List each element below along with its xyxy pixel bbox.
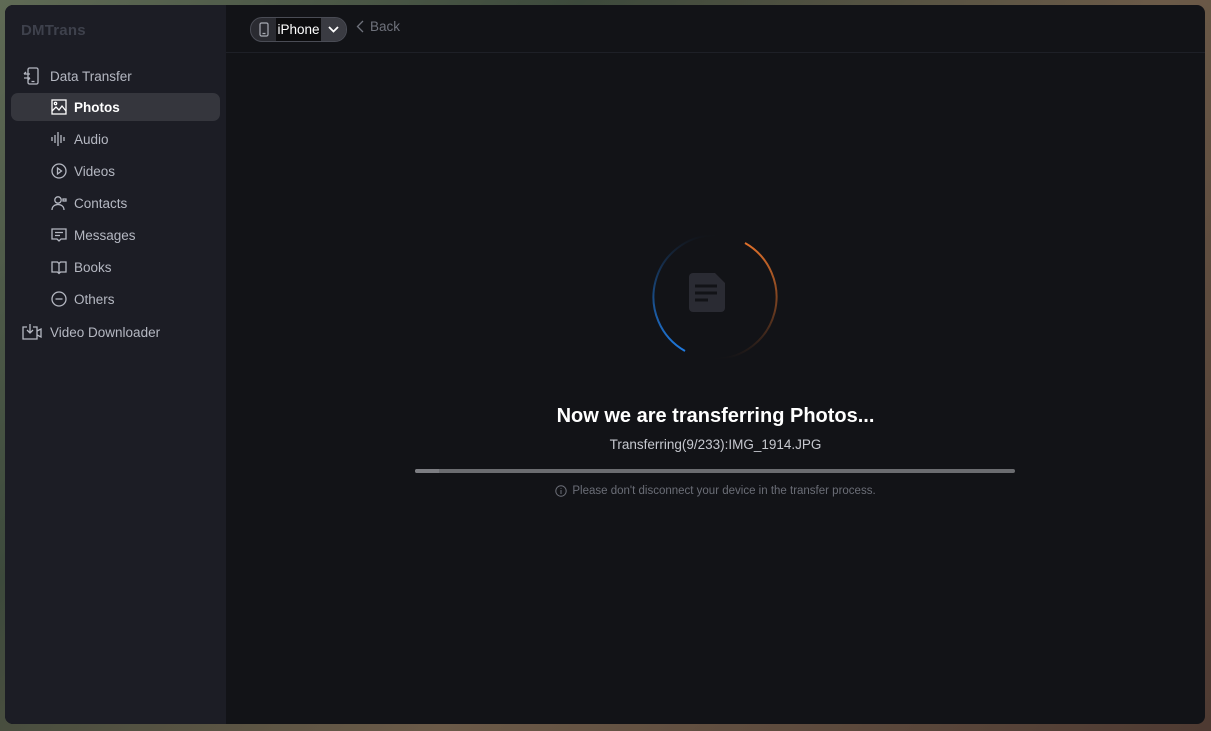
warning-text: Please don't disconnect your device in t… (572, 485, 876, 497)
sidebar-item-contacts[interactable]: Contacts (11, 189, 220, 217)
sidebar-item-label: Books (74, 259, 112, 275)
app-title: DMTrans (21, 22, 86, 39)
transfer-content: Now we are transferring Photos... Transf… (226, 53, 1205, 724)
sidebar-item-videos[interactable]: Videos (11, 157, 220, 185)
play-circle-icon (50, 162, 68, 180)
sidebar-item-data-transfer[interactable]: Data Transfer (11, 61, 220, 91)
app-window: DMTrans Data Transfer Photos Audio Video… (5, 5, 1205, 724)
sidebar-item-label: Contacts (74, 195, 128, 211)
sidebar-item-others[interactable]: Others (11, 285, 220, 313)
phone-transfer-icon (21, 65, 43, 87)
video-download-icon (21, 321, 43, 343)
image-icon (50, 98, 68, 116)
chevron-down-icon[interactable] (320, 18, 346, 41)
transfer-warning: Please don't disconnect your device in t… (226, 485, 1205, 497)
sidebar-item-label: Video Downloader (50, 324, 161, 340)
transfer-status: Transferring(9/233):IMG_1914.JPG (609, 437, 822, 452)
info-icon (555, 485, 568, 497)
sidebar-item-books[interactable]: Books (11, 253, 220, 281)
minus-circle-icon (50, 290, 68, 308)
sidebar-item-photos[interactable]: Photos (11, 93, 220, 121)
sidebar-item-label: Videos (74, 163, 116, 179)
title-bar: iPhone Back Activate (226, 5, 1205, 53)
sidebar-item-label: Others (74, 291, 115, 307)
back-button[interactable]: Back (356, 19, 400, 34)
transfer-progress-bar (415, 469, 1015, 473)
transfer-headline: Now we are transferring Photos... (556, 405, 875, 427)
sidebar-item-video-downloader[interactable]: Video Downloader (11, 317, 220, 347)
user-icon (50, 194, 68, 212)
sidebar-item-label: Photos (74, 99, 120, 115)
sidebar-nav: Data Transfer Photos Audio Videos Contac… (5, 61, 226, 349)
sidebar-item-label: Messages (74, 227, 136, 243)
document-icon (689, 273, 725, 312)
message-icon (50, 226, 68, 244)
device-name: iPhone (276, 18, 321, 41)
loading-spinner (652, 234, 778, 360)
device-selector[interactable]: iPhone (250, 17, 347, 42)
back-label: Back (370, 19, 401, 34)
audio-wave-icon (50, 130, 68, 148)
sidebar-item-label: Audio (74, 131, 109, 147)
main-panel: iPhone Back Activate (226, 5, 1205, 724)
phone-icon (251, 22, 276, 37)
sidebar-item-label: Data Transfer (50, 68, 132, 84)
sidebar: DMTrans Data Transfer Photos Audio Video… (5, 5, 226, 724)
progress-fill (415, 469, 439, 473)
sidebar-item-audio[interactable]: Audio (11, 125, 220, 153)
book-icon (50, 258, 68, 276)
chevron-left-icon (356, 20, 364, 33)
sidebar-item-messages[interactable]: Messages (11, 221, 220, 249)
